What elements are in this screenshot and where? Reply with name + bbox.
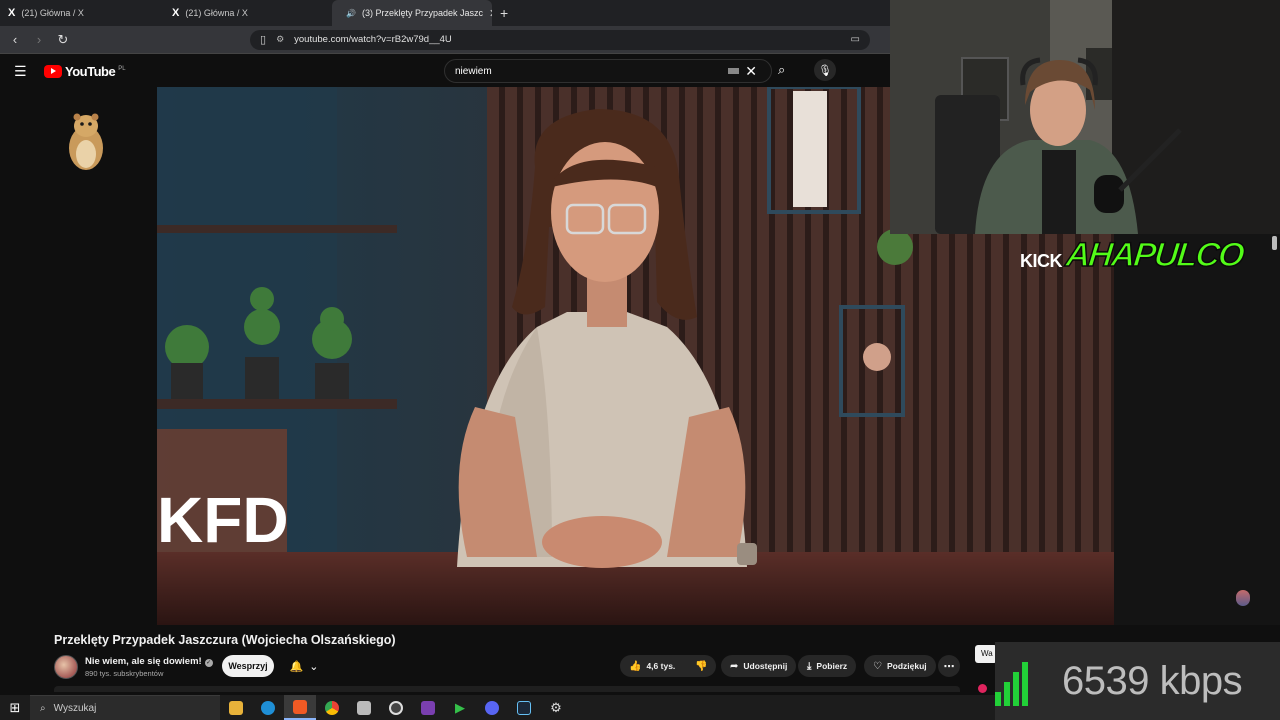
mini-avatar <box>1236 590 1250 606</box>
browser-tab-x-2[interactable]: X (21) Główna / X <box>164 0 328 26</box>
browser-toolbar: ‹ › ↻ ▯ ⚙ youtube.com/watch?v=rB2w79d__4… <box>0 26 890 54</box>
bookmark-icon[interactable]: ▯ <box>260 33 266 46</box>
tab-title: (3) Przeklęty Przypadek Jaszc <box>361 8 484 18</box>
channel-logo-text: AHAPULCO <box>1063 235 1245 275</box>
steam-icon[interactable] <box>508 695 540 720</box>
like-count[interactable]: 4,6 tys. <box>646 661 675 671</box>
taskbar-search-placeholder[interactable]: Wyszukaj <box>54 703 97 714</box>
reload-icon[interactable]: ↻ <box>56 32 70 48</box>
x-logo-icon: X <box>172 7 180 19</box>
verified-icon: ✓ <box>204 659 213 667</box>
x-logo-icon: X <box>8 7 16 19</box>
more-actions-button[interactable]: ⋯ <box>938 655 960 677</box>
close-tab-icon[interactable]: ✕ <box>489 7 492 20</box>
channel-name-text[interactable]: Nie wiem, ale się dowiem! <box>85 656 202 667</box>
tab-title: (21) Główna / X <box>21 8 84 18</box>
side-tag[interactable]: Wa <box>975 645 997 663</box>
youtube-play-icon <box>44 64 62 78</box>
bitrate-value: 6539 kbps <box>1062 658 1243 703</box>
app-generic-icon[interactable] <box>348 695 380 720</box>
right-panel <box>1114 234 1280 625</box>
like-icon[interactable]: 👍 <box>629 661 641 672</box>
share-icon: ➦ <box>730 660 739 672</box>
country-code: PL <box>118 65 126 72</box>
share-button[interactable]: ➦ Udostępnij <box>721 655 797 677</box>
support-button[interactable]: Wesprzyj <box>222 655 274 677</box>
video-watermark: KFD <box>157 484 289 556</box>
like-dislike-group: 👍 4,6 tys. 👎 <box>620 655 716 677</box>
video-title: Przeklęty Przypadek Jaszczura (Wojciecha… <box>54 633 396 647</box>
back-icon[interactable]: ‹ <box>8 32 22 47</box>
new-tab-button[interactable]: + <box>500 5 508 21</box>
taskbar: ⊞ ⌕ Wyszukaj ▶ ⚙ <box>0 695 995 720</box>
notification-bell-button[interactable]: 🔔 ⌄ <box>282 655 326 677</box>
clear-search-icon[interactable]: ✕ <box>745 63 757 80</box>
search-icon[interactable]: ⌕ <box>778 62 785 78</box>
obs-icon[interactable] <box>380 695 412 720</box>
channel-avatar[interactable] <box>54 655 78 679</box>
search-icon: ⌕ <box>40 702 46 714</box>
streamer-webcam <box>890 0 1280 234</box>
webcam-frame <box>890 0 1280 234</box>
thanks-button[interactable]: ♡ Podziękuj <box>864 655 936 677</box>
windows-start-icon[interactable]: ⊞ <box>0 700 30 716</box>
cast-icon[interactable]: ▭ <box>851 34 860 45</box>
browser-tab-bar: X (21) Główna / X X (21) Główna / X 🔊 (3… <box>0 0 890 26</box>
thanks-icon: ♡ <box>873 660 882 672</box>
scrollbar-thumb[interactable] <box>1272 236 1277 250</box>
site-info-icon[interactable]: ⚙ <box>276 34 284 45</box>
app-green-icon[interactable] <box>412 695 444 720</box>
dislike-icon[interactable]: 👎 <box>695 661 707 672</box>
search-input[interactable]: niewiem ✕ <box>444 59 772 83</box>
taskbar-search[interactable]: ⌕ Wyszukaj <box>30 695 220 720</box>
hamster-sticker <box>69 113 103 170</box>
edge-icon[interactable] <box>252 695 284 720</box>
media-player-icon[interactable]: ▶ <box>444 695 476 720</box>
youtube-logo[interactable]: YouTube PL <box>44 64 126 79</box>
tab-title: (21) Główna / X <box>185 8 248 18</box>
forward-icon[interactable]: › <box>32 32 46 47</box>
microphone-icon: 🎙 <box>818 64 832 77</box>
youtube-header: ☰ YouTube PL niewiem ✕ <box>0 54 890 88</box>
browser-tab-x-1[interactable]: X (21) Główna / X <box>0 0 164 26</box>
url-text[interactable]: youtube.com/watch?v=rB2w79d__4U <box>294 34 452 45</box>
download-button[interactable]: ⤓ Pobierz <box>798 655 857 677</box>
signal-bars-icon <box>995 656 1028 706</box>
screen: X (21) Główna / X X (21) Główna / X 🔊 (3… <box>0 0 1280 720</box>
stream-logo: KICK AHAPULCO <box>1020 235 1245 275</box>
share-label: Udostępnij <box>743 661 788 671</box>
search-query[interactable]: niewiem <box>455 66 492 77</box>
brave-icon[interactable] <box>284 695 316 720</box>
download-label: Pobierz <box>816 661 848 671</box>
address-bar[interactable]: ▯ ⚙ youtube.com/watch?v=rB2w79d__4U ▭ <box>250 29 870 50</box>
download-icon: ⤓ <box>807 660 812 672</box>
keyboard-icon[interactable] <box>728 68 740 74</box>
thanks-label: Podziękuj <box>886 661 927 671</box>
voice-search-button[interactable]: 🎙 <box>814 59 836 81</box>
youtube-wordmark: YouTube <box>65 63 116 79</box>
channel-name[interactable]: Nie wiem, ale się dowiem! ✓ <box>85 656 213 667</box>
chevron-down-icon: ⌄ <box>309 660 319 673</box>
description-box[interactable] <box>54 686 960 692</box>
bitrate-overlay: 6539 kbps <box>995 642 1280 720</box>
settings-gear-icon[interactable]: ⚙ <box>540 695 572 720</box>
file-explorer-icon[interactable] <box>220 695 252 720</box>
subscriber-count: 890 tys. subskrybentów <box>85 669 164 678</box>
discord-icon[interactable] <box>476 695 508 720</box>
notification-dot <box>978 684 987 693</box>
chrome-icon[interactable] <box>316 695 348 720</box>
hamburger-menu-icon[interactable]: ☰ <box>14 63 30 80</box>
browser-tab-youtube[interactable]: 🔊 (3) Przeklęty Przypadek Jaszc ✕ <box>332 0 492 26</box>
more-icon: ⋯ <box>943 660 955 673</box>
kick-wordmark: KICK <box>1020 251 1063 271</box>
speaker-icon[interactable]: 🔊 <box>346 9 356 18</box>
bell-icon: 🔔 <box>289 660 304 673</box>
